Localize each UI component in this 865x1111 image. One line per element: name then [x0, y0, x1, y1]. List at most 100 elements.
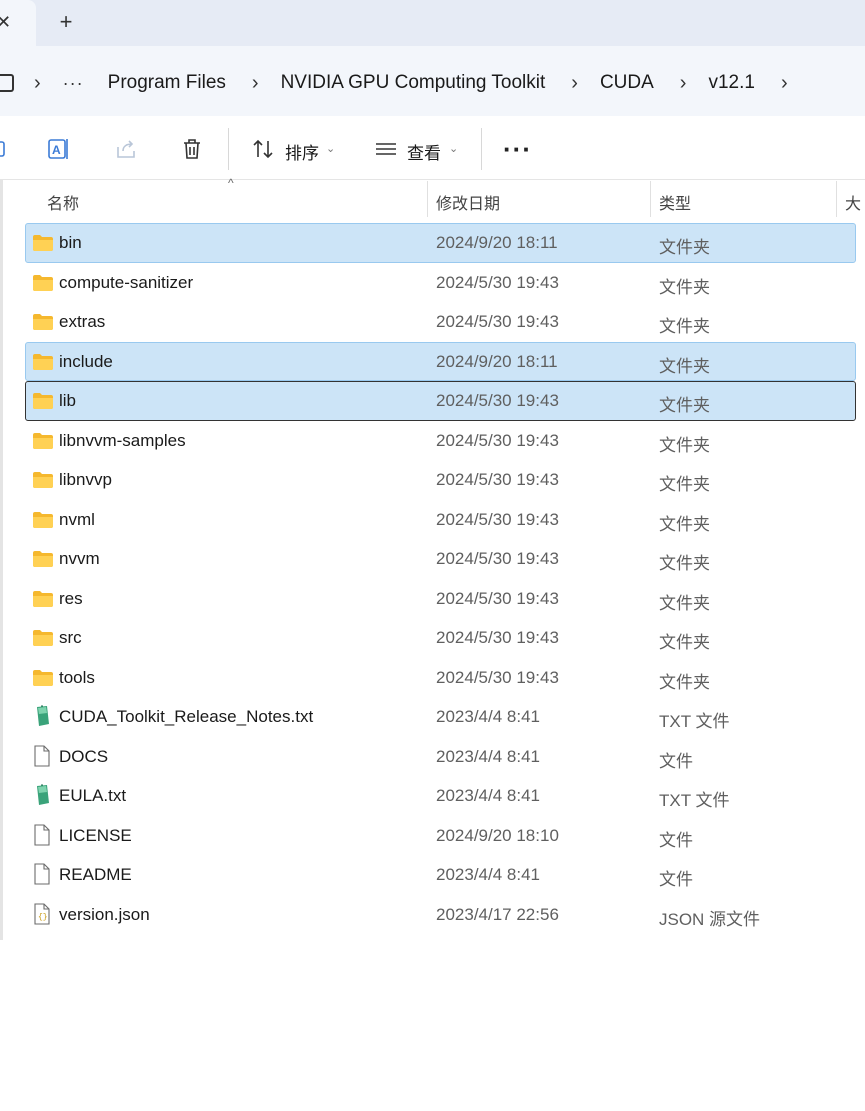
column-header-type[interactable]: 类型: [659, 190, 691, 214]
new-tab-button[interactable]: +: [54, 10, 78, 34]
breadcrumb-item[interactable]: CUDA: [600, 72, 654, 94]
view-button[interactable]: 查看: [407, 139, 441, 164]
file-row[interactable]: DOCS 2023/4/4 8:41 文件: [25, 737, 856, 777]
file-name: nvvm: [59, 549, 100, 568]
file-modified-date: 2023/4/4 8:41: [436, 707, 540, 726]
column-header-size[interactable]: 大: [845, 190, 861, 214]
file-name: CUDA_Toolkit_Release_Notes.txt: [59, 707, 314, 726]
file-type: JSON 源文件: [659, 909, 761, 929]
file-row[interactable]: tools 2024/5/30 19:43 文件夹: [25, 658, 856, 698]
toolbar-separator: [481, 128, 482, 170]
chevron-down-icon: ⌄: [449, 143, 459, 155]
folder-icon: [32, 471, 54, 489]
file-name: res: [59, 588, 83, 608]
notepad-icon: [32, 784, 54, 805]
file-row[interactable]: extras 2024/5/30 19:43 文件夹: [25, 302, 856, 342]
breadcrumb: › ··· Program Files › NVIDIA GPU Computi…: [0, 70, 810, 96]
file-type: TXT 文件: [659, 712, 730, 731]
file-row[interactable]: bin 2024/9/20 18:11 文件夹: [25, 223, 856, 263]
tab-strip: [0, 0, 865, 46]
file-row[interactable]: res 2024/5/30 19:43 文件夹: [25, 579, 856, 619]
svg-text:{}: {}: [38, 913, 48, 922]
folder-icon: [32, 669, 54, 687]
notepad-icon: [32, 705, 54, 726]
file-name: libnvvp: [59, 470, 112, 489]
file-icon: [32, 744, 54, 767]
file-row[interactable]: nvvm 2024/5/30 19:43 文件夹: [25, 539, 856, 579]
file-row[interactable]: libnvvm-samples 2024/5/30 19:43 文件夹: [25, 421, 856, 461]
file-row[interactable]: LICENSE 2024/9/20 18:10 文件: [25, 816, 856, 856]
file-name: bin: [59, 233, 82, 252]
chevron-right-icon[interactable]: ›: [571, 72, 578, 95]
file-type: 文件: [659, 870, 693, 889]
close-icon[interactable]: ✕: [0, 12, 11, 33]
svg-text:A: A: [52, 143, 61, 157]
folder-icon: [32, 274, 54, 292]
file-modified-date: 2023/4/17 22:56: [436, 904, 559, 924]
file-name: EULA.txt: [59, 786, 127, 805]
file-modified-date: 2024/5/30 19:43: [436, 509, 559, 529]
file-type: 文件夹: [659, 435, 710, 455]
file-name: DOCS: [59, 746, 109, 766]
cut-icon[interactable]: [0, 136, 12, 162]
breadcrumb-item[interactable]: NVIDIA GPU Computing Toolkit: [281, 72, 546, 94]
chevron-down-icon: ⌄: [326, 143, 336, 155]
column-divider[interactable]: [427, 181, 428, 217]
file-row[interactable]: README 2023/4/4 8:41 文件: [25, 855, 856, 895]
file-modified-date: 2024/5/30 19:43: [436, 272, 559, 292]
delete-icon[interactable]: [179, 136, 205, 162]
file-row[interactable]: nvml 2024/5/30 19:43 文件夹: [25, 500, 856, 540]
view-icon[interactable]: [373, 136, 399, 162]
file-name: lib: [59, 391, 77, 410]
breadcrumb-item[interactable]: Program Files: [108, 72, 226, 94]
file-row[interactable]: compute-sanitizer 2024/5/30 19:43 文件夹: [25, 263, 856, 303]
file-row[interactable]: CUDA_Toolkit_Release_Notes.txt 2023/4/4 8…: [25, 697, 856, 737]
chevron-right-icon[interactable]: ›: [34, 72, 41, 95]
file-modified-date: 2024/9/20 18:11: [436, 233, 558, 252]
file-modified-date: 2024/5/30 19:43: [436, 430, 559, 450]
this-pc-icon[interactable]: [0, 74, 14, 92]
toolbar-separator: [228, 128, 229, 170]
folder-icon: [32, 313, 54, 331]
rename-icon[interactable]: A: [46, 136, 72, 162]
chevron-right-icon[interactable]: ›: [680, 72, 687, 95]
file-modified-date: 2023/4/4 8:41: [436, 746, 540, 766]
column-header-modified[interactable]: 修改日期: [436, 190, 500, 214]
file-modified-date: 2024/5/30 19:43: [436, 588, 559, 608]
file-row[interactable]: {} version.json 2023/4/17 22:56 JSON 源文件: [25, 895, 856, 935]
folder-icon: [32, 432, 54, 450]
chevron-right-icon[interactable]: ›: [781, 72, 788, 95]
breadcrumb-overflow[interactable]: ···: [63, 73, 84, 94]
file-modified-date: 2023/4/4 8:41: [436, 786, 540, 805]
column-divider[interactable]: [836, 181, 837, 217]
share-icon[interactable]: [113, 136, 139, 162]
sort-button[interactable]: 排序: [285, 139, 319, 164]
file-row[interactable]: libnvvp 2024/5/30 19:43 文件夹: [25, 460, 856, 500]
file-type: 文件夹: [659, 317, 710, 336]
file-modified-date: 2024/9/20 18:10: [436, 825, 559, 845]
sort-icon[interactable]: [250, 136, 276, 162]
file-row[interactable]: EULA.txt 2023/4/4 8:41 TXT 文件: [25, 776, 856, 816]
file-type: 文件: [659, 830, 693, 850]
column-header-name[interactable]: 名称: [47, 190, 79, 214]
file-modified-date: 2024/5/30 19:43: [436, 391, 559, 410]
sort-ascending-icon: ^: [228, 176, 234, 190]
file-type: 文件夹: [659, 633, 710, 652]
file-type: 文件夹: [659, 593, 710, 613]
navigation-pane-edge: [0, 180, 3, 940]
file-type: 文件夹: [659, 356, 710, 376]
file-name: nvml: [59, 509, 95, 529]
file-modified-date: 2024/5/30 19:43: [436, 312, 559, 331]
column-header-row: [0, 180, 865, 220]
file-row[interactable]: src 2024/5/30 19:43 文件夹: [25, 618, 856, 658]
folder-icon: [32, 590, 54, 608]
column-divider[interactable]: [650, 181, 651, 217]
breadcrumb-item[interactable]: v12.1: [708, 72, 754, 94]
file-type: 文件夹: [659, 277, 710, 297]
file-row[interactable]: include 2024/9/20 18:11 文件夹: [25, 341, 856, 381]
chevron-right-icon[interactable]: ›: [252, 72, 259, 95]
more-options-button[interactable]: ···: [503, 134, 532, 165]
file-row[interactable]: lib 2024/5/30 19:43 文件夹: [25, 381, 856, 421]
file-list: bin 2024/9/20 18:11 文件夹 compute-sanitizer 20…: [25, 223, 865, 934]
file-modified-date: 2024/9/20 18:11: [436, 351, 558, 371]
